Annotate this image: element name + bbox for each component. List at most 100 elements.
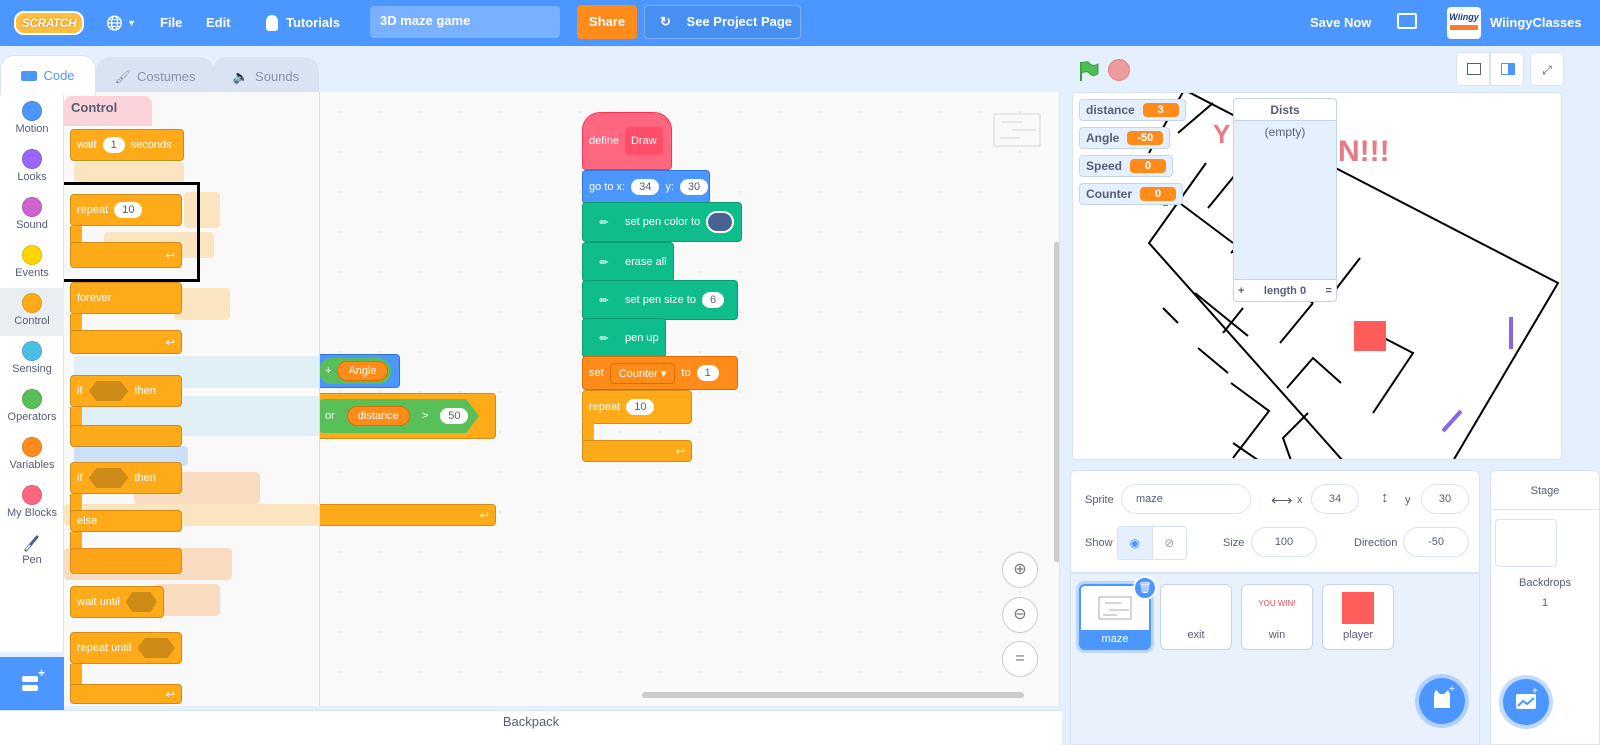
svg-text:+: + xyxy=(1532,686,1538,697)
monitor-angle[interactable]: Angle -50 xyxy=(1079,127,1171,149)
share-button[interactable]: Share xyxy=(577,5,637,39)
script-workspace[interactable]: + Angle or distance > 50 ↩ define Draw g… xyxy=(320,92,1060,706)
x-input[interactable]: 34 xyxy=(1311,484,1359,514)
list-resize-handle[interactable]: = xyxy=(1326,285,1332,297)
file-menu[interactable]: File xyxy=(160,0,182,46)
erase-all-block[interactable]: ✏ erase all xyxy=(582,242,674,282)
category-looks[interactable]: Looks xyxy=(0,144,64,192)
pen-up-block[interactable]: ✏ pen up xyxy=(582,318,666,358)
choose-sprite-button[interactable]: + xyxy=(1419,678,1465,724)
tutorials-menu[interactable]: Tutorials xyxy=(266,0,340,46)
list-add-button[interactable]: + xyxy=(1238,285,1244,297)
y-input[interactable]: 30 xyxy=(1421,484,1469,514)
horizontal-scrollbar[interactable] xyxy=(642,692,1024,698)
backpack[interactable]: Backpack xyxy=(0,710,1062,745)
list-monitor-dists[interactable]: Dists (empty) + length 0 = xyxy=(1233,98,1337,302)
my-stuff-folder-icon[interactable] xyxy=(1397,13,1417,29)
category-motion[interactable]: Motion xyxy=(0,96,64,144)
see-project-page-button[interactable]: ↻ See Project Page xyxy=(644,5,801,39)
size-input[interactable]: 100 xyxy=(1251,527,1317,557)
direction-input[interactable]: -50 xyxy=(1403,527,1469,557)
category-variables[interactable]: Variables xyxy=(0,432,64,480)
operators-dot-icon xyxy=(22,389,42,409)
wait-seconds-block[interactable]: wait 1 seconds xyxy=(70,129,184,161)
category-sound[interactable]: Sound xyxy=(0,192,64,240)
avatar[interactable]: Wiingy xyxy=(1447,7,1481,39)
category-my-blocks[interactable]: My Blocks xyxy=(0,480,64,528)
scratch-logo[interactable]: SCRATCH xyxy=(14,11,84,35)
if-else-block[interactable]: if then xyxy=(70,462,182,494)
fullscreen-button[interactable]: ⤢ xyxy=(1530,52,1564,86)
set-pen-size-block[interactable]: ✏ set pen size to 6 xyxy=(582,280,738,320)
category-sensing[interactable]: Sensing xyxy=(0,336,64,384)
wait-until-block[interactable]: wait until xyxy=(70,586,164,618)
zoom-reset-button[interactable]: = xyxy=(1002,641,1038,677)
delete-sprite-button[interactable]: 🗑 xyxy=(1133,576,1157,600)
tab-costumes[interactable]: 🖌 Costumes xyxy=(96,57,214,95)
add-operator-block[interactable]: + Angle xyxy=(320,358,391,384)
loop-arrow-icon: ↩ xyxy=(165,336,175,349)
show-hidden-button[interactable]: ⊘ xyxy=(1153,527,1187,559)
set-variable-block[interactable]: set Counter ▾ to 1 xyxy=(582,356,738,390)
go-to-xy-block[interactable]: go to x: 34 y: 30 xyxy=(582,170,710,204)
sprite-name-input[interactable]: maze xyxy=(1121,484,1251,514)
y-value-input[interactable]: 30 xyxy=(679,179,709,195)
set-pen-color-block[interactable]: ✏ set pen color to xyxy=(582,202,742,242)
compare-value-input[interactable]: 50 xyxy=(440,408,469,424)
tab-code[interactable]: Code xyxy=(0,55,96,95)
boolean-slot[interactable] xyxy=(137,638,175,658)
zoom-out-button[interactable]: ⊖ xyxy=(1002,597,1038,633)
category-operators[interactable]: Operators xyxy=(0,384,64,432)
language-menu[interactable]: ▼ xyxy=(106,12,136,34)
sprite-tile-player[interactable]: player xyxy=(1322,584,1394,650)
small-stage-button[interactable] xyxy=(1456,52,1490,86)
category-pen[interactable]: Pen xyxy=(0,528,64,576)
distance-variable-reporter[interactable]: distance xyxy=(346,406,410,426)
project-title-input[interactable]: 3D maze game xyxy=(370,6,560,38)
category-control[interactable]: Control xyxy=(0,288,64,336)
monitor-distance[interactable]: distance 3 xyxy=(1079,99,1186,121)
or-operator-text: or xyxy=(325,410,335,422)
monitor-speed[interactable]: Speed 0 xyxy=(1079,155,1174,177)
set-value-input[interactable]: 1 xyxy=(696,365,719,381)
save-now-button[interactable]: Save Now xyxy=(1310,0,1371,46)
wait-value-input[interactable]: 1 xyxy=(102,137,125,153)
stage-canvas[interactable]: N!!! Y distance 3 Angle -50 Speed 0 Counter… xyxy=(1072,92,1562,460)
pen-size-input[interactable]: 6 xyxy=(701,292,725,308)
edit-menu[interactable]: Edit xyxy=(206,0,231,46)
eye-slash-icon: ⊘ xyxy=(1164,536,1175,550)
sprite-tile-win[interactable]: YOU WIN! win xyxy=(1241,584,1313,650)
svg-text:+: + xyxy=(1449,684,1455,695)
repeat-until-block[interactable]: repeat until xyxy=(70,632,182,664)
boolean-slot[interactable] xyxy=(125,592,157,612)
add-extension-button[interactable]: + xyxy=(0,657,64,711)
boolean-slot[interactable] xyxy=(88,381,129,401)
angle-variable-reporter[interactable]: Angle xyxy=(337,361,388,381)
zoom-in-button[interactable]: ⊕ xyxy=(1002,552,1038,588)
show-visible-button[interactable]: ◉ xyxy=(1118,527,1153,559)
x-value-input[interactable]: 34 xyxy=(631,179,660,195)
stop-icon[interactable] xyxy=(1108,59,1130,81)
variable-dropdown[interactable]: Counter ▾ xyxy=(609,362,676,384)
repeat-value-input[interactable]: 10 xyxy=(626,399,655,415)
editor-tabs: Code 🖌 Costumes 🔈 Sounds xyxy=(0,55,320,95)
category-events[interactable]: Events xyxy=(0,240,64,288)
sprite-tile-exit[interactable]: exit xyxy=(1160,584,1232,650)
define-draw-hat-block[interactable]: define Draw xyxy=(582,112,672,170)
stage-target-panel[interactable]: Stage Backdrops 1 + xyxy=(1490,470,1600,745)
if-then-block[interactable]: if then xyxy=(70,375,182,407)
tab-sounds[interactable]: 🔈 Sounds xyxy=(213,57,319,95)
block-text: wait xyxy=(77,139,97,151)
monitor-counter[interactable]: Counter 0 xyxy=(1079,183,1183,205)
or-operator-block[interactable]: or distance > 50 xyxy=(320,399,479,433)
forever-block[interactable]: forever xyxy=(70,282,182,314)
motion-reporter-block[interactable]: + Angle xyxy=(320,354,400,388)
if-block-with-condition[interactable]: or distance > 50 xyxy=(320,393,496,439)
green-flag-icon[interactable] xyxy=(1076,59,1100,83)
repeat-block[interactable]: repeat 10 xyxy=(582,390,692,424)
large-stage-button[interactable] xyxy=(1490,52,1524,86)
choose-backdrop-button[interactable]: + xyxy=(1503,679,1549,725)
vertical-scrollbar[interactable] xyxy=(1054,242,1059,562)
pen-color-swatch[interactable] xyxy=(706,211,735,233)
boolean-slot[interactable] xyxy=(88,468,129,488)
